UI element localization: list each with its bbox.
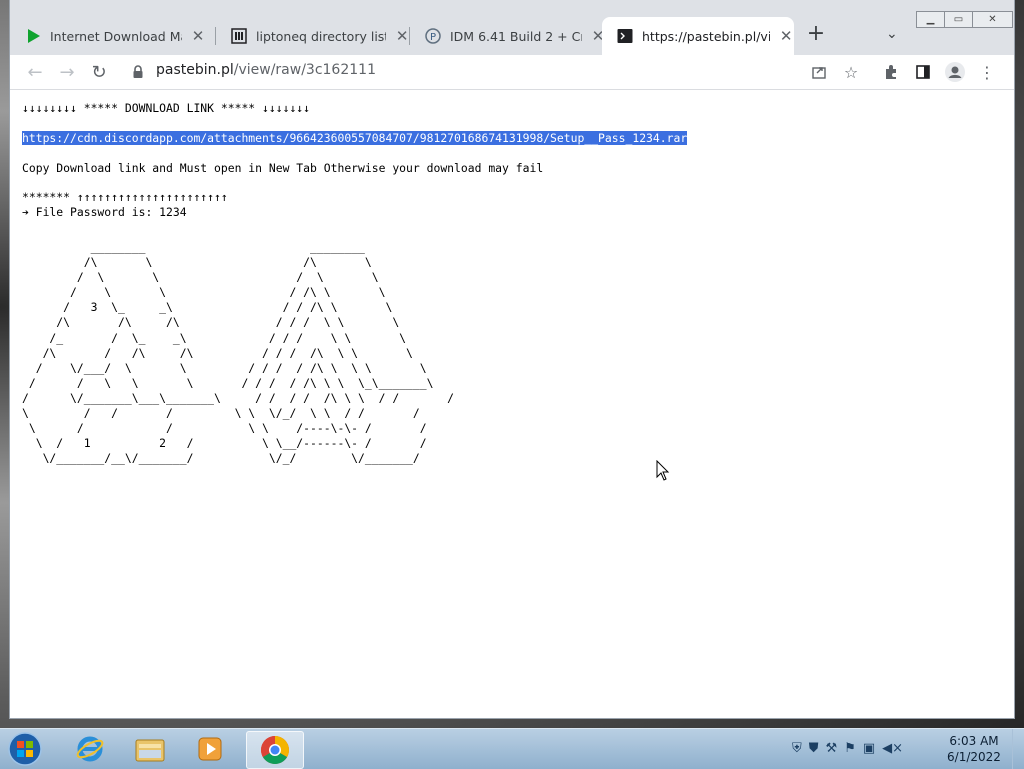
- download-link-selected[interactable]: https://cdn.discordapp.com/attachments/9…: [22, 131, 688, 145]
- update-shield-icon[interactable]: ⛊: [809, 741, 819, 756]
- bookmark-star-icon[interactable]: ☆: [840, 61, 862, 83]
- windows-explorer-icon[interactable]: [122, 731, 178, 767]
- clock-date: 6/1/2022: [947, 750, 1001, 764]
- action-center-flag-icon[interactable]: ⚑: [844, 741, 856, 756]
- terminal-icon: [616, 27, 634, 45]
- chrome-window: Internet Download Mana ✕ liptoneq direct…: [10, 0, 1014, 718]
- minimize-button[interactable]: ▁: [916, 11, 945, 28]
- password-line: ➔ File Password is: 1234: [22, 205, 187, 219]
- columns-building-icon: [230, 27, 248, 45]
- tab-title: Internet Download Mana: [50, 28, 182, 44]
- tab-close-icon[interactable]: ✕: [190, 28, 206, 44]
- tab-title: https://pastebin.pl/view/: [642, 28, 771, 44]
- tab-directory-listing[interactable]: liptoneq directory listing ✕: [216, 17, 410, 55]
- window-controls: ▁ ▭ ✕: [916, 11, 1013, 28]
- new-tab-button[interactable]: +: [806, 23, 826, 46]
- side-panel-icon[interactable]: [912, 61, 934, 83]
- tab-close-icon[interactable]: ✕: [778, 28, 794, 44]
- clock[interactable]: 6:03 AM 6/1/2022: [942, 733, 1006, 765]
- url-path: /view/raw/3c162111: [233, 62, 376, 78]
- share-icon[interactable]: [808, 61, 830, 83]
- tab-internet-download-manager[interactable]: Internet Download Mana ✕: [10, 17, 216, 55]
- clock-time: 6:03 AM: [949, 734, 999, 748]
- reload-icon[interactable]: ↻: [88, 61, 110, 83]
- tab-title: liptoneq directory listing: [256, 28, 386, 44]
- tools-icon[interactable]: ⚒: [826, 741, 838, 756]
- windows-taskbar: ⛨ ⛊ ⚒ ⚑ ▣ ◀× 6:03 AM 6/1/2022: [0, 728, 1024, 769]
- system-tray: ⛨ ⛊ ⚒ ⚑ ▣ ◀×: [792, 741, 903, 756]
- volume-muted-icon[interactable]: ◀×: [882, 741, 903, 756]
- url-domain: pastebin.pl: [156, 62, 234, 78]
- profile-avatar-icon[interactable]: [944, 61, 966, 83]
- menu-kebab-icon[interactable]: ⋮: [976, 61, 998, 83]
- show-desktop-button[interactable]: [1012, 729, 1024, 769]
- tab-title: IDM 6.41 Build 2 + Crack: [450, 28, 582, 44]
- play-triangle-icon: [24, 27, 42, 45]
- forward-arrow-icon[interactable]: →: [56, 61, 78, 83]
- tab-idm-crack[interactable]: P IDM 6.41 Build 2 + Crack ✕: [410, 17, 606, 55]
- instruction-text: Copy Download link and Must open in New …: [22, 161, 544, 175]
- extensions-puzzle-icon[interactable]: [880, 61, 902, 83]
- svg-text:P: P: [430, 32, 436, 43]
- tab-close-icon[interactable]: ✕: [394, 28, 410, 44]
- address-bar[interactable]: pastebin.pl/view/raw/3c162111: [156, 62, 376, 78]
- close-window-button[interactable]: ✕: [972, 11, 1013, 28]
- network-icon[interactable]: ▣: [863, 741, 875, 756]
- page-content: ↓↓↓↓↓↓↓↓ ***** DOWNLOAD LINK ***** ↓↓↓↓↓…: [22, 101, 1014, 220]
- maximize-button[interactable]: ▭: [944, 11, 973, 28]
- media-player-icon[interactable]: [182, 731, 238, 767]
- lock-icon[interactable]: [132, 64, 144, 83]
- internet-explorer-icon[interactable]: [62, 731, 118, 767]
- mouse-cursor-icon: [656, 459, 670, 486]
- p-logo-icon: P: [424, 27, 442, 45]
- download-heading: ↓↓↓↓↓↓↓↓ ***** DOWNLOAD LINK ***** ↓↓↓↓↓…: [22, 101, 311, 115]
- arrows-line: ******* ↑↑↑↑↑↑↑↑↑↑↑↑↑↑↑↑↑↑↑↑↑↑: [22, 190, 228, 204]
- security-shield-icon[interactable]: ⛨: [792, 741, 802, 756]
- ascii-art-logo: ________ ________ /\ \ /\ \ / \ \ / \ \ …: [22, 240, 455, 466]
- start-orb-icon[interactable]: [0, 731, 50, 767]
- tab-strip: Internet Download Mana ✕ liptoneq direct…: [10, 0, 1014, 55]
- browser-toolbar: ← → ↻ pastebin.pl/view/raw/3c162111 ☆ ⋮: [10, 55, 1014, 90]
- tab-pastebin-active[interactable]: https://pastebin.pl/view/ ✕: [602, 17, 794, 55]
- tab-search-chevron-icon[interactable]: ⌄: [886, 26, 898, 42]
- chrome-icon[interactable]: [246, 731, 304, 769]
- back-arrow-icon[interactable]: ←: [24, 61, 46, 83]
